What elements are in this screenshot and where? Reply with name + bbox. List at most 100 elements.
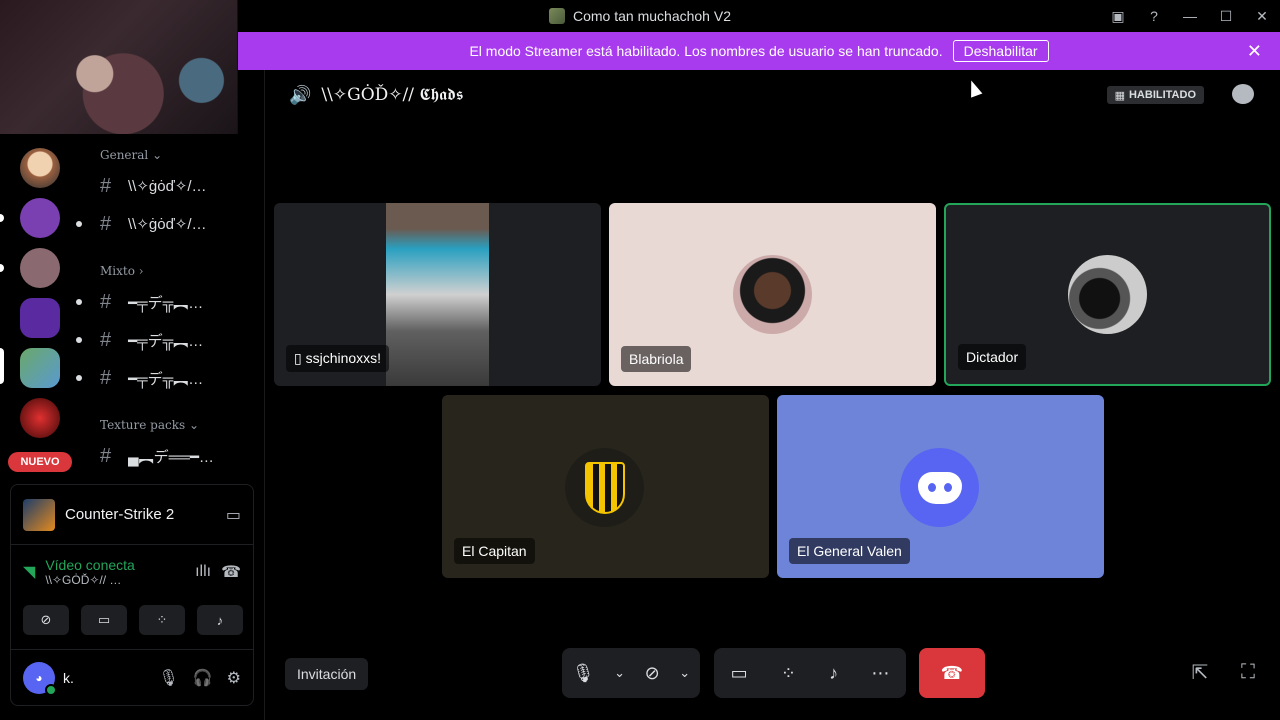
user-panel: Counter-Strike 2 ▭ ◥ Vídeo conecta \\✧GȮ… [10,484,254,706]
unread-dot [76,221,82,227]
streamer-badge: ▦ HABILITADO [1106,86,1204,104]
chat-icon[interactable] [1232,84,1254,104]
participant-name: El Capitan [454,538,535,564]
call-actions: ▭ ⁘ ♪ ⋯ [714,648,906,698]
more-icon[interactable]: ⋯ [871,663,889,684]
channel-item[interactable]: # ━╤デ╦︻… [76,286,260,318]
category-texture-packs[interactable]: Texture packs ⌄ [100,418,199,432]
close-window-button[interactable]: ✕ [1244,0,1280,32]
mobile-icon: ▯ [294,350,306,366]
settings-icon[interactable]: ⚙ [227,668,241,688]
mic-icon[interactable]: 🎙 [158,668,178,688]
server-icon-4[interactable] [20,298,60,338]
participant-tile[interactable]: El General Valen [777,395,1104,578]
channel-item[interactable]: # ━╤デ╦︻… [76,362,260,394]
video-feed [386,203,489,386]
avatar [565,448,644,527]
server-icon-1[interactable] [20,148,60,188]
participant-tile[interactable]: El Capitan [442,395,769,578]
popout-icon[interactable]: ⇱ [1188,660,1212,684]
window-title: Como tan muchachoh V2 [573,8,731,24]
chevron-down-icon[interactable]: ⌄ [614,665,625,681]
disconnect-icon[interactable]: ☎ [221,562,241,582]
minimize-button[interactable]: — [1172,0,1208,32]
channel-item[interactable]: # \\✧ġȯď✧/… [100,170,260,202]
hangup-icon: ☎ [940,662,964,683]
activities-icon[interactable]: ⁘ [139,605,185,635]
participant-name: Blabriola [621,346,692,372]
participant-name: El General Valen [789,538,910,564]
help-icon[interactable]: ? [1136,0,1172,32]
participant-name: ▯ ssjchinoxxs! [286,345,390,372]
hash-icon: # [100,328,112,351]
invite-button[interactable]: Invitación [285,658,369,690]
crest-icon [584,461,625,514]
participant-tile[interactable]: ▯ ssjchinoxxs! [274,203,601,386]
server-icon-6[interactable] [20,398,60,438]
server-rail [0,134,80,482]
server-icon-5[interactable] [20,348,60,388]
unread-dot [76,337,82,343]
unread-dot [76,375,82,381]
hash-icon: # [100,212,112,235]
activities-icon[interactable]: ⁘ [781,663,796,684]
soundboard-icon[interactable]: ♪ [197,605,243,635]
mic-camera-controls: 🎙 ⌄ ⊘ ⌄ [562,648,700,698]
hash-icon: # [100,290,112,313]
chevron-down-icon[interactable]: ⌄ [679,665,690,681]
category-mixto[interactable]: Mixto › [100,264,144,278]
game-icon [23,498,55,531]
headphones-icon[interactable]: 🎧 [193,668,213,688]
screen-share-icon[interactable]: ▭ [226,505,241,525]
calendar-icon: ▦ [1114,89,1125,102]
avatar [733,255,812,334]
call-header: 🔊 \\✧GȮĎ✧// 𝕮𝖍𝖆𝖉𝖘 ▦ HABILITADO [265,70,1280,120]
noise-suppression-icon[interactable]: ıllı [195,563,211,581]
soundboard-icon[interactable]: ♪ [829,663,838,684]
user-row: ◕ k. 🎙 🎧 ⚙ [11,649,253,705]
divider [264,70,265,720]
streamer-mode-banner: El modo Streamer está habilitado. Los no… [238,32,1280,70]
server-icon-2[interactable] [20,198,60,238]
activity-row: Counter-Strike 2 ▭ [11,485,253,545]
status-dot [45,683,57,696]
unread-dot [76,299,82,305]
selected-pill [0,348,4,384]
unread-pill [0,264,4,272]
banner-text: El modo Streamer está habilitado. Los no… [469,43,943,59]
new-badge[interactable]: NUEVO [8,452,72,472]
fullscreen-icon[interactable]: ⛶ [1236,660,1260,684]
participant-tile[interactable]: Blabriola [609,203,936,386]
voice-status: Vídeo conecta [45,557,135,573]
server-icon-3[interactable] [20,248,60,288]
channel-item[interactable]: # \\✧ġȯď✧/… [76,208,260,240]
unread-pill [0,214,4,222]
camera-off-icon[interactable]: ⊘ [645,663,660,684]
discord-logo-icon [900,448,979,527]
channel-item[interactable]: # ▄︻デ══━… [100,440,260,472]
hash-icon: # [100,444,112,467]
hash-icon: # [100,174,112,197]
camera-off-icon[interactable]: ⊘ [23,605,69,635]
speaker-icon: 🔊 [289,84,312,105]
category-general[interactable]: General ⌄ [100,148,162,162]
participant-tile-speaking[interactable]: Dictador [944,203,1271,386]
screen-share-icon[interactable]: ▭ [731,663,748,684]
username[interactable]: k. [63,670,103,686]
inbox-icon[interactable]: ▣ [1100,0,1136,32]
end-call-button[interactable]: ☎ [919,648,985,698]
disable-streamer-mode-button[interactable]: Deshabilitar [952,40,1049,62]
activity-name: Counter-Strike 2 [65,506,175,523]
voice-channel[interactable]: \\✧GȮĎ✧// … [45,573,185,587]
hash-icon: # [100,366,112,389]
maximize-button[interactable]: ☐ [1208,0,1244,32]
webcam-overlay [0,0,238,134]
screen-share-icon[interactable]: ▭ [81,605,127,635]
channel-item[interactable]: # ━╤デ╦︻… [76,324,260,356]
avatar[interactable]: ◕ [23,661,57,696]
connection-icon: ◥ [23,564,36,581]
mic-icon[interactable]: 🎙 [572,663,595,684]
voice-connection: ◥ Vídeo conecta \\✧GȮĎ✧// … ıllı ☎ [11,547,253,597]
close-icon[interactable]: ✕ [1247,41,1262,62]
avatar [1068,255,1147,334]
